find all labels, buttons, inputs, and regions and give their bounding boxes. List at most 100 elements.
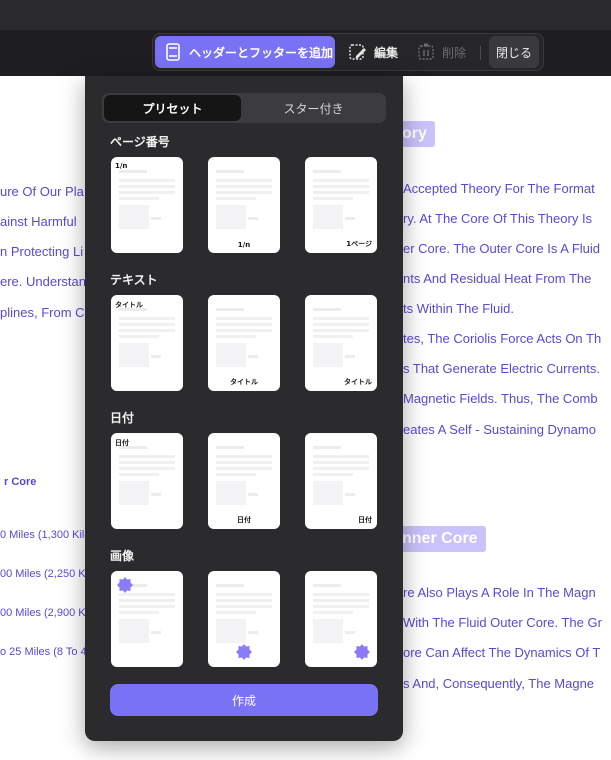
edit-icon <box>348 42 368 62</box>
mock-line <box>216 335 256 338</box>
mock-line <box>119 185 175 188</box>
mock-title <box>313 308 341 311</box>
mock-line <box>313 467 369 470</box>
mock-line <box>313 197 353 200</box>
mock-line <box>216 467 272 470</box>
mock-caption <box>151 355 161 358</box>
mock-line <box>216 191 272 194</box>
mock-line <box>216 461 272 464</box>
close-button[interactable]: 閉じる <box>489 36 539 68</box>
mock-title <box>119 170 147 173</box>
mock-line <box>313 599 369 602</box>
tab-starred[interactable]: スター付き <box>245 95 382 121</box>
mock-image <box>216 481 246 505</box>
mock-line <box>313 191 369 194</box>
tab-presets[interactable]: プリセット <box>104 95 241 121</box>
mock-line <box>216 185 272 188</box>
preset-card[interactable] <box>305 571 377 667</box>
mock-line <box>216 599 272 602</box>
mock-line <box>119 611 159 614</box>
preset-position-label: 日付 <box>115 439 129 447</box>
mock-title <box>313 446 341 449</box>
mock-caption <box>248 493 258 496</box>
mock-line <box>216 323 272 326</box>
preset-card[interactable]: 日付 <box>111 433 183 529</box>
mock-image <box>119 481 149 505</box>
doc-right-line: ts Within The Fluid. <box>403 301 515 316</box>
mock-caption <box>345 631 355 634</box>
section-page-number-title: ページ番号 <box>110 135 170 149</box>
create-button[interactable]: 作成 <box>110 684 378 716</box>
preset-card[interactable]: 1/n <box>208 157 280 253</box>
mock-line <box>313 329 369 332</box>
preset-position-label: 1ページ <box>346 240 372 248</box>
doc-left-line: plines, From C <box>0 305 85 320</box>
mock-caption <box>151 217 161 220</box>
image-badge-icon <box>235 643 253 661</box>
mock-image <box>119 619 149 643</box>
mock-image <box>313 205 343 229</box>
preset-card[interactable]: 1ページ <box>305 157 377 253</box>
add-header-footer-button[interactable]: ヘッダーとフッターを追加 <box>155 36 335 68</box>
mock-line <box>119 179 175 182</box>
doc-left-line: ainst Harmful <box>0 214 77 229</box>
mock-caption <box>345 493 355 496</box>
doc-left-small-line: o 25 Miles (8 To 4 <box>0 646 87 658</box>
preset-card[interactable] <box>208 571 280 667</box>
delete-button[interactable]: 削除 <box>416 36 466 68</box>
toolbar-divider <box>480 46 481 60</box>
mock-line <box>313 593 369 596</box>
delete-icon <box>416 42 436 62</box>
mock-line <box>216 611 256 614</box>
delete-label: 削除 <box>442 45 467 60</box>
section-image-title: 画像 <box>110 549 135 563</box>
doc-heading-2: nner Core <box>394 526 486 552</box>
doc-right-line: s That Generate Electric Currents. <box>403 361 601 376</box>
doc-left-line: ure Of Our Pla <box>0 184 84 199</box>
mock-line <box>119 335 159 338</box>
preset-card[interactable]: 1/n <box>111 157 183 253</box>
section-date-title: 日付 <box>110 411 135 425</box>
mock-line <box>119 197 159 200</box>
mock-image <box>119 205 149 229</box>
mock-line <box>119 329 175 332</box>
doc-right-line: s And, Consequently, The Magne <box>403 676 595 691</box>
header-footer-icon <box>163 42 183 62</box>
mock-image <box>216 205 246 229</box>
mock-image <box>216 619 246 643</box>
mock-line <box>216 593 272 596</box>
mock-line <box>119 473 159 476</box>
mock-line <box>119 191 175 194</box>
preset-card[interactable]: タイトル <box>305 295 377 391</box>
mock-caption <box>151 631 161 634</box>
mock-line <box>216 455 272 458</box>
edit-label: 編集 <box>374 45 399 60</box>
mock-caption <box>248 217 258 220</box>
doc-right-line: ore Can Affect The Dynamics Of T <box>403 645 601 660</box>
doc-right-line: tes, The Coriolis Force Acts On Th <box>403 331 602 346</box>
edit-button[interactable]: 編集 <box>348 36 398 68</box>
section-text-title: テキスト <box>110 273 158 287</box>
preset-card[interactable]: タイトル <box>111 295 183 391</box>
preset-card[interactable]: 日付 <box>208 433 280 529</box>
mock-line <box>119 599 175 602</box>
mock-line <box>119 455 175 458</box>
mock-line <box>313 473 353 476</box>
mock-line <box>313 317 369 320</box>
mock-caption <box>248 631 258 634</box>
mock-line <box>313 461 369 464</box>
preset-card[interactable] <box>111 571 183 667</box>
image-badge-icon <box>353 643 371 661</box>
mock-caption <box>151 493 161 496</box>
doc-right-line: nts And Residual Heat From The <box>403 271 592 286</box>
mock-image <box>119 343 149 367</box>
mock-caption <box>248 355 258 358</box>
preset-card[interactable]: タイトル <box>208 295 280 391</box>
preset-position-label: タイトル <box>344 378 372 386</box>
mock-image <box>313 619 343 643</box>
preset-card[interactable]: 日付 <box>305 433 377 529</box>
doc-left-line: n Protecting Li <box>0 244 84 259</box>
mock-line <box>313 335 353 338</box>
doc-right-line: eates A Self - Sustaining Dynamo <box>403 422 596 437</box>
mock-image <box>313 481 343 505</box>
